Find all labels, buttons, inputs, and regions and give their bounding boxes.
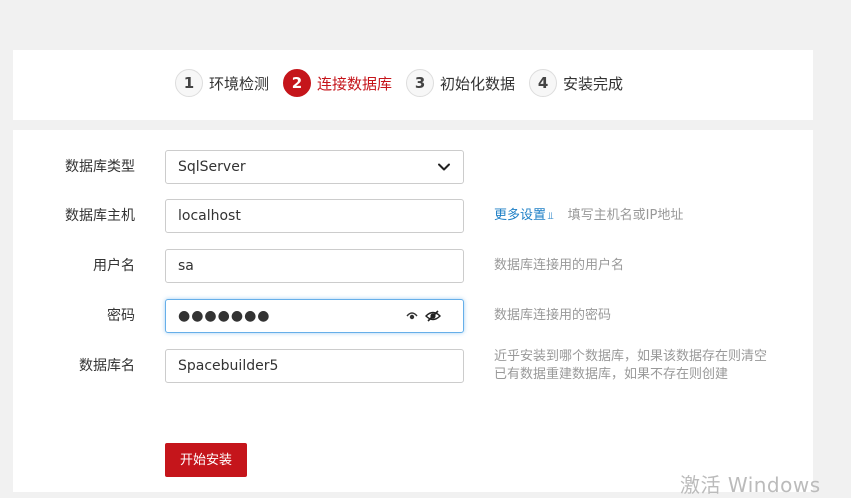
more-settings-label: 更多设置 bbox=[494, 208, 547, 223]
db-name-label: 数据库名 bbox=[79, 358, 135, 374]
step-4: 4 安装完成 bbox=[529, 69, 623, 97]
username-hint: 数据库连接用的用户名 bbox=[494, 258, 625, 273]
step-3-label: 初始化数据 bbox=[440, 74, 516, 93]
start-install-button[interactable]: 开始安装 bbox=[165, 443, 247, 477]
windows-activation-watermark: 激活 Windows bbox=[680, 473, 821, 497]
username-label: 用户名 bbox=[93, 258, 135, 274]
step-1-label: 环境检测 bbox=[209, 74, 270, 93]
db-name-input[interactable]: Spacebuilder5 bbox=[165, 349, 464, 383]
step-3-number: 3 bbox=[406, 69, 435, 97]
eye-icon[interactable] bbox=[406, 311, 418, 321]
step-3: 3 初始化数据 bbox=[406, 69, 515, 97]
db-type-select[interactable]: SqlServer bbox=[165, 150, 464, 184]
step-2: 2 连接数据库 bbox=[283, 69, 392, 97]
step-2-label: 连接数据库 bbox=[317, 74, 393, 93]
db-type-label: 数据库类型 bbox=[65, 159, 135, 175]
db-config-form: 数据库类型 SqlServer 数据库主机 localhost 更多设置 ⫫ 填写主… bbox=[13, 130, 813, 492]
more-settings-link[interactable]: 更多设置 ⫫ bbox=[494, 208, 554, 223]
step-1: 1 环境检测 bbox=[175, 69, 269, 97]
db-type-value: SqlServer bbox=[178, 159, 246, 175]
password-hint: 数据库连接用的密码 bbox=[494, 308, 612, 323]
db-host-row: 数据库主机 localhost 更多设置 ⫫ 填写主机名或IP地址 bbox=[13, 199, 813, 233]
db-host-hint-group: 更多设置 ⫫ 填写主机名或IP地址 bbox=[494, 199, 683, 234]
password-input[interactable]: ●●●●●●● bbox=[165, 299, 464, 333]
chevron-down-icon bbox=[438, 163, 450, 171]
db-host-label: 数据库主机 bbox=[65, 208, 135, 224]
db-host-input[interactable]: localhost bbox=[165, 199, 464, 233]
step-4-number: 4 bbox=[529, 69, 558, 97]
password-row: 密码 ●●●●●●● 数据库连接用的密码 bbox=[13, 299, 813, 333]
username-row: 用户名 sa 数据库连接用的用户名 bbox=[13, 249, 813, 283]
password-label: 密码 bbox=[107, 308, 135, 324]
eye-slash-icon[interactable] bbox=[425, 310, 441, 322]
double-chevron-down-icon: ⫫ bbox=[548, 211, 554, 222]
db-name-hint-line2: 已有数据重建数据库，如果不存在则创建 bbox=[494, 367, 729, 382]
password-value: ●●●●●●● bbox=[178, 308, 271, 324]
step-1-number: 1 bbox=[175, 69, 203, 97]
steps-panel: 1 环境检测 2 连接数据库 3 初始化数据 4 安装完成 bbox=[13, 50, 813, 120]
db-name-hint: 近乎安装到哪个数据库，如果该数据存在则清空 已有数据重建数据库，如果不存在则创建 bbox=[494, 348, 794, 384]
db-host-hint: 填写主机名或IP地址 bbox=[567, 208, 684, 223]
db-name-hint-line1: 近乎安装到哪个数据库，如果该数据存在则清空 bbox=[494, 349, 768, 364]
step-4-label: 安装完成 bbox=[563, 74, 624, 93]
step-2-number: 2 bbox=[283, 69, 312, 97]
db-type-row: 数据库类型 SqlServer bbox=[13, 150, 813, 184]
password-icons bbox=[406, 310, 441, 322]
username-input[interactable]: sa bbox=[165, 249, 464, 283]
db-name-row: 数据库名 Spacebuilder5 近乎安装到哪个数据库，如果该数据存在则清空… bbox=[13, 349, 813, 383]
step-indicator: 1 环境检测 2 连接数据库 3 初始化数据 4 安装完成 bbox=[175, 69, 637, 97]
